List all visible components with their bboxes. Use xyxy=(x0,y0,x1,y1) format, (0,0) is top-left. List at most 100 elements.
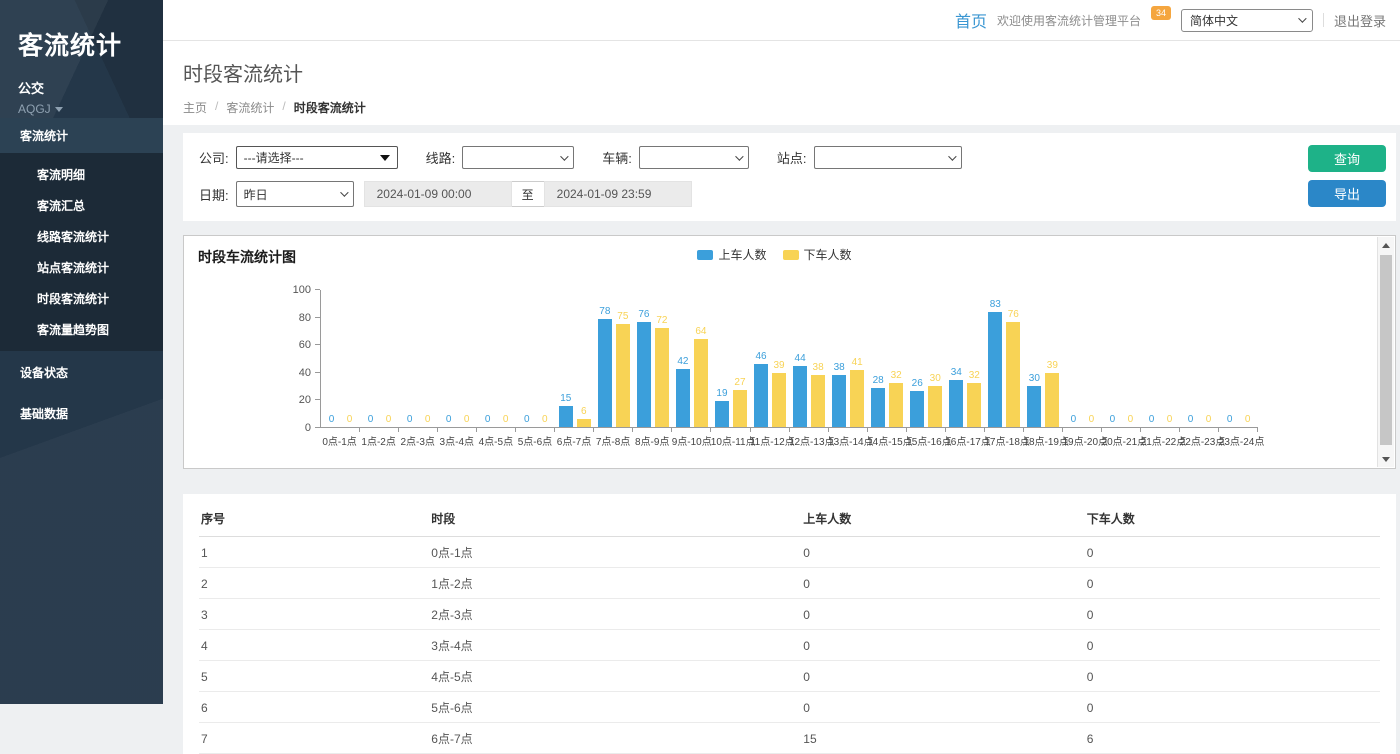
date-start-input[interactable]: 2024-01-09 00:00 xyxy=(364,181,512,207)
bar-value-label: 76 xyxy=(638,309,649,320)
x-tick-label: 0点-1点 xyxy=(320,433,359,448)
export-button[interactable]: 导出 xyxy=(1308,180,1386,207)
bar-value-label: 0 xyxy=(1110,414,1116,425)
bar-上车人数[interactable] xyxy=(832,375,846,427)
bar-下车人数[interactable] xyxy=(850,370,864,427)
sidebar-subitem-线路客流统计[interactable]: 线路客流统计 xyxy=(0,221,163,252)
station-select[interactable] xyxy=(814,146,962,169)
sidebar-item-基础数据[interactable]: 基础数据 xyxy=(0,394,163,433)
bar-上车人数[interactable] xyxy=(559,406,573,427)
table-cell: 0 xyxy=(1085,692,1380,723)
org-selector[interactable]: AQGJ xyxy=(18,102,145,116)
legend-swatch xyxy=(783,250,799,260)
bar-column: 83 xyxy=(988,290,1002,427)
language-select[interactable]: 简体中文 xyxy=(1181,9,1313,32)
bar-value-label: 0 xyxy=(524,414,530,425)
x-tick-label: 18点-19点 xyxy=(1023,433,1062,448)
bar-上车人数[interactable] xyxy=(910,391,924,427)
bar-下车人数[interactable] xyxy=(811,375,825,427)
bar-上车人数[interactable] xyxy=(637,322,651,427)
query-button[interactable]: 查询 xyxy=(1308,145,1386,172)
bar-上车人数[interactable] xyxy=(1027,386,1041,427)
bar-上车人数[interactable] xyxy=(715,401,729,427)
legend-item-上车人数[interactable]: 上车人数 xyxy=(697,246,766,263)
bar-value-label: 46 xyxy=(755,351,766,362)
bar-上车人数[interactable] xyxy=(793,366,807,427)
legend-swatch xyxy=(697,250,713,260)
bar-column: 0 xyxy=(1202,290,1216,427)
notification-badge[interactable]: 34 xyxy=(1151,6,1171,20)
bar-下车人数[interactable] xyxy=(1045,373,1059,427)
line-select[interactable] xyxy=(462,146,574,169)
chart-scrollbar[interactable] xyxy=(1377,237,1394,467)
bar-上车人数[interactable] xyxy=(871,388,885,427)
sidebar-subitem-客流明细[interactable]: 客流明细 xyxy=(0,159,163,190)
sidebar-subitem-客流量趋势图[interactable]: 客流量趋势图 xyxy=(0,314,163,345)
bar-value-label: 34 xyxy=(951,367,962,378)
arrow-up-icon xyxy=(1382,243,1390,248)
bar-group-17点-18点: 8376 xyxy=(985,290,1024,427)
welcome-text: 欢迎使用客流统计管理平台 xyxy=(997,12,1141,29)
bar-value-label: 27 xyxy=(734,377,745,388)
breadcrumb-item[interactable]: 主页 xyxy=(183,99,207,116)
breadcrumb-item[interactable]: 客流统计 xyxy=(226,99,274,116)
x-tick-label: 2点-3点 xyxy=(398,433,437,448)
table-cell: 6 xyxy=(1085,723,1380,754)
home-link[interactable]: 首页 xyxy=(955,8,987,32)
x-tick-label: 3点-4点 xyxy=(437,433,476,448)
company-select[interactable]: ---请选择--- xyxy=(236,146,398,169)
bar-下车人数[interactable] xyxy=(577,419,591,427)
sidebar-subitem-客流汇总[interactable]: 客流汇总 xyxy=(0,190,163,221)
bar-下车人数[interactable] xyxy=(928,386,942,427)
bar-group-1点-2点: 00 xyxy=(360,290,399,427)
bar-value-label: 0 xyxy=(347,414,353,425)
logout-link[interactable]: 退出登录 xyxy=(1334,11,1386,30)
topbar-divider xyxy=(1323,13,1324,27)
bar-上车人数[interactable] xyxy=(754,364,768,427)
bar-value-label: 0 xyxy=(1089,414,1095,425)
bar-上车人数[interactable] xyxy=(676,369,690,427)
date-label: 日期: xyxy=(199,185,229,204)
line-filter: 线路: xyxy=(426,146,575,169)
table-row: 21点-2点00 xyxy=(199,568,1380,599)
vehicle-select[interactable] xyxy=(639,146,749,169)
table-cell: 2 xyxy=(199,568,429,599)
sidebar-header: 客流统计 公交 AQGJ xyxy=(0,0,163,118)
sidebar-item-passenger-stats[interactable]: 客流统计 xyxy=(0,118,163,153)
language-select-value: 简体中文 xyxy=(1190,12,1238,29)
bar-下车人数[interactable] xyxy=(1006,322,1020,427)
bar-value-label: 0 xyxy=(368,414,374,425)
bar-下车人数[interactable] xyxy=(967,383,981,427)
breadcrumb: 主页/客流统计/时段客流统计 xyxy=(183,99,1380,116)
sidebar-subitem-站点客流统计[interactable]: 站点客流统计 xyxy=(0,252,163,283)
bar-value-label: 44 xyxy=(795,353,806,364)
table-panel: 序号时段上车人数下车人数 10点-1点0021点-2点0032点-3点0043点… xyxy=(183,494,1396,754)
app-title: 客流统计 xyxy=(18,26,145,62)
date-end-input[interactable]: 2024-01-09 23:59 xyxy=(544,181,692,207)
bar-chart: 020406080100 000000000000156787576724264… xyxy=(284,290,1258,448)
bar-group-12点-13点: 4438 xyxy=(790,290,829,427)
sidebar-subitem-时段客流统计[interactable]: 时段客流统计 xyxy=(0,283,163,314)
table-cell: 6 xyxy=(199,692,429,723)
bar-column: 34 xyxy=(949,290,963,427)
table-cell: 0 xyxy=(1085,630,1380,661)
bar-下车人数[interactable] xyxy=(694,339,708,427)
bar-下车人数[interactable] xyxy=(655,328,669,427)
scroll-down-button[interactable] xyxy=(1378,451,1394,467)
bar-下车人数[interactable] xyxy=(772,373,786,427)
bar-下车人数[interactable] xyxy=(889,383,903,427)
bar-上车人数[interactable] xyxy=(949,380,963,427)
bar-group-5点-6点: 00 xyxy=(516,290,555,427)
table-cell: 4点-5点 xyxy=(429,661,801,692)
bar-上车人数[interactable] xyxy=(598,319,612,427)
y-axis: 020406080100 xyxy=(284,290,320,428)
chevron-down-icon xyxy=(55,107,63,112)
bar-上车人数[interactable] xyxy=(988,312,1002,427)
scroll-up-button[interactable] xyxy=(1378,237,1394,253)
legend-item-下车人数[interactable]: 下车人数 xyxy=(783,246,852,263)
scrollbar-thumb[interactable] xyxy=(1380,255,1392,445)
date-preset-select[interactable]: 昨日 xyxy=(236,181,354,207)
bar-下车人数[interactable] xyxy=(616,324,630,428)
sidebar-item-设备状态[interactable]: 设备状态 xyxy=(0,353,163,392)
bar-下车人数[interactable] xyxy=(733,390,747,427)
